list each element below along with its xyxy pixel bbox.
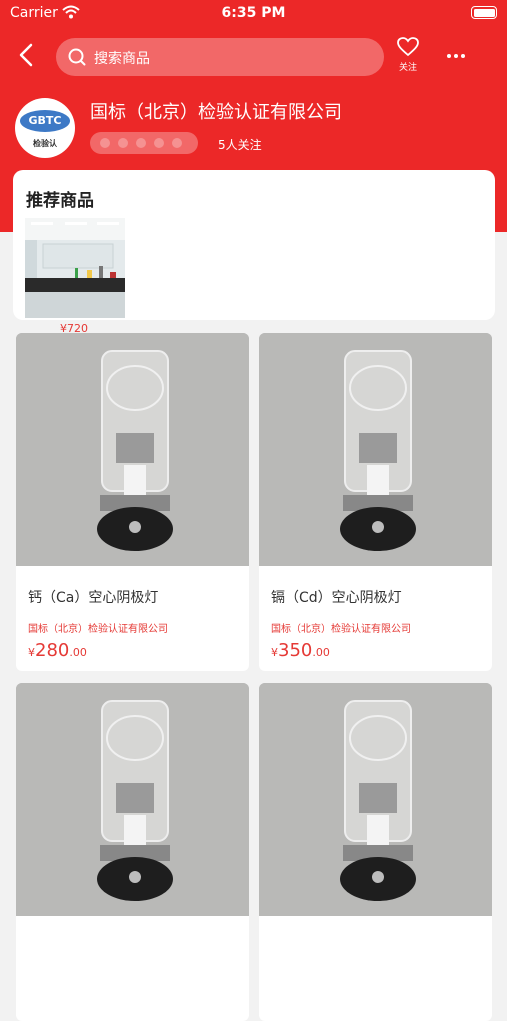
search-placeholder: 搜索商品 [94,51,150,67]
product-card[interactable] [16,683,249,1021]
shop-logo[interactable]: GBTC 检验认 [15,98,75,158]
product-price: ¥280.00 [28,640,87,661]
price-integer: 280 [35,640,70,661]
search-icon [68,48,86,66]
price-symbol: ¥ [271,646,278,659]
product-card[interactable]: 钙（Ca）空心阴极灯 国标（北京）检验认证有限公司 ¥280.00 [16,333,249,671]
product-image [259,333,492,566]
section-title: 推荐商品 [26,191,94,211]
price-integer: 350 [278,640,313,661]
follower-count: 5人关注 [218,138,262,152]
price-decimal: .00 [312,646,330,659]
lamp-photo [16,333,249,566]
lamp-photo [259,683,492,916]
status-bar: Carrier 6:35 PM [0,0,507,28]
product-card[interactable]: 镉（Cd）空心阴极灯 国标（北京）检验认证有限公司 ¥350.00 [259,333,492,671]
product-shop-name: 国标（北京）检验认证有限公司 [28,624,168,635]
product-image [16,683,249,916]
shop-header: GBTC 检验认 国标（北京）检验认证有限公司 5人关注 [0,90,507,170]
chevron-left-icon [19,43,33,67]
rating-dot [118,138,128,148]
search-input[interactable]: 搜索商品 [56,38,384,76]
follow-button[interactable]: 关注 [392,36,424,78]
battery-icon [471,6,497,19]
logo-text: GBTC [20,110,70,132]
more-dots-icon [447,54,465,58]
product-title: 镉（Cd）空心阴极灯 [271,590,402,606]
recommended-product-image[interactable] [25,218,125,318]
price-decimal: .00 [69,646,87,659]
recommended-section: 推荐商品 [13,170,495,320]
lab-photo [25,218,125,318]
product-image [16,333,249,566]
back-button[interactable] [12,40,42,70]
rating-dot [172,138,182,148]
product-title: 钙（Ca）空心阴极灯 [28,590,159,606]
shop-name: 国标（北京）检验认证有限公司 [90,102,342,123]
more-button[interactable] [440,44,472,68]
logo-subtext: 检验认 [33,139,57,148]
product-price: ¥350.00 [271,640,330,661]
heart-icon [397,37,419,57]
rating-dot [100,138,110,148]
follow-label: 关注 [398,63,417,73]
lamp-photo [259,333,492,566]
product-image [259,683,492,916]
rating-dot [136,138,146,148]
lamp-photo [16,683,249,916]
top-nav: 搜索商品 关注 [0,34,507,80]
price-symbol: ¥ [28,646,35,659]
rating-bar [90,132,198,154]
clock: 6:35 PM [221,5,286,21]
product-card[interactable] [259,683,492,1021]
rating-dot [154,138,164,148]
product-shop-name: 国标（北京）检验认证有限公司 [271,624,411,635]
